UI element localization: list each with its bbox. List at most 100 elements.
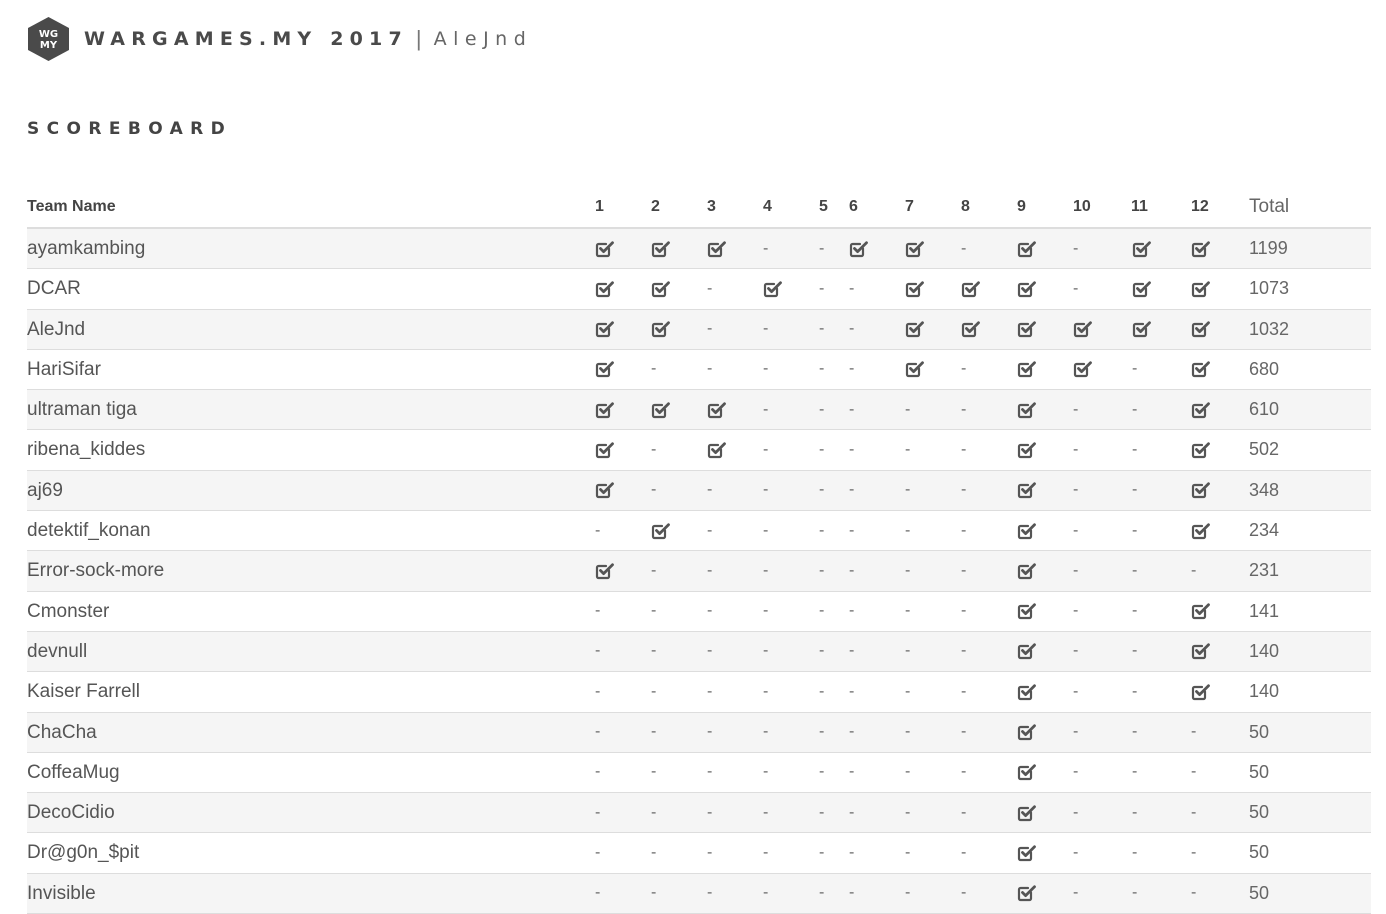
unsolved-mark: -	[763, 682, 769, 700]
table-row: CoffeaMug - - - - - - - - - - - 50	[27, 753, 1371, 794]
team-name: Kaiser Farrell	[27, 681, 140, 703]
table-row: DCAR - - - - 1073	[27, 269, 1371, 310]
check-square-icon	[595, 269, 615, 308]
check-square-icon	[1017, 713, 1037, 752]
check-square-icon	[595, 471, 615, 510]
unsolved-mark: -	[905, 481, 911, 499]
unsolved-mark: -	[961, 239, 967, 257]
team-total: 1073	[1249, 278, 1290, 299]
unsolved-mark: -	[905, 682, 911, 700]
team-total: 1032	[1249, 318, 1290, 339]
check-square-icon	[595, 310, 615, 349]
team-total: 50	[1249, 721, 1270, 742]
challenge-header-3: 3	[707, 198, 716, 215]
unsolved-mark: -	[905, 521, 911, 539]
check-square-icon	[1017, 430, 1037, 469]
unsolved-mark: -	[763, 400, 769, 418]
site-brand[interactable]: WARGAMES.MY 2017	[84, 28, 408, 50]
team-name: ribena_kiddes	[27, 439, 146, 461]
team-total: 502	[1249, 439, 1280, 460]
unsolved-mark: -	[1132, 481, 1138, 499]
unsolved-mark: -	[1132, 682, 1138, 700]
team-name: DecoCidio	[27, 802, 115, 824]
challenge-header-11: 11	[1131, 198, 1148, 215]
table-row: ultraman tiga - - - - - - - 610	[27, 390, 1371, 431]
challenge-header-2: 2	[651, 198, 660, 215]
team-name: AleJnd	[27, 318, 86, 340]
check-square-icon	[1017, 310, 1037, 349]
challenge-header-6: 6	[849, 198, 858, 215]
unsolved-mark: -	[819, 682, 825, 700]
unsolved-mark: -	[1073, 884, 1079, 902]
check-square-icon	[1132, 310, 1152, 349]
unsolved-mark: -	[1073, 279, 1079, 297]
unsolved-mark: -	[905, 400, 911, 418]
check-square-icon	[905, 350, 925, 389]
team-name-header: Team Name	[27, 198, 116, 215]
check-square-icon	[1191, 350, 1211, 389]
check-square-icon	[905, 269, 925, 308]
scoreboard-page: WG MY WARGAMES.MY 2017 | AleJnd SCOREBOA…	[0, 0, 1386, 914]
challenge-header-5: 5	[819, 198, 828, 215]
unsolved-mark: -	[763, 561, 769, 579]
unsolved-mark: -	[1132, 360, 1138, 378]
unsolved-mark: -	[763, 843, 769, 861]
team-total: 140	[1249, 640, 1280, 661]
unsolved-mark: -	[763, 521, 769, 539]
check-square-icon	[961, 310, 981, 349]
check-square-icon	[1017, 229, 1037, 268]
unsolved-mark: -	[849, 481, 855, 499]
check-square-icon	[595, 551, 615, 590]
current-user[interactable]: AleJnd	[434, 28, 533, 50]
challenge-header-4: 4	[763, 198, 772, 215]
unsolved-mark: -	[819, 279, 825, 297]
unsolved-mark: -	[819, 843, 825, 861]
unsolved-mark: -	[651, 481, 657, 499]
check-square-icon	[763, 269, 783, 308]
unsolved-mark: -	[905, 602, 911, 620]
check-square-icon	[1191, 471, 1211, 510]
unsolved-mark: -	[763, 763, 769, 781]
team-total: 234	[1249, 520, 1280, 541]
check-square-icon	[651, 269, 671, 308]
unsolved-mark: -	[849, 400, 855, 418]
team-total: 50	[1249, 882, 1270, 903]
team-name: ChaCha	[27, 721, 97, 743]
wgmy-logo[interactable]: WG MY	[27, 17, 70, 61]
scoreboard-table: Team Name 1 2 3 4 5 6 7 8 9 10 11 12 Total ayamkambi…	[27, 188, 1371, 914]
table-row: aj69 - - - - - - - - - 348	[27, 470, 1371, 512]
team-name: ayamkambing	[27, 238, 146, 259]
unsolved-mark: -	[763, 320, 769, 338]
unsolved-mark: -	[961, 440, 967, 458]
table-row: ChaCha - - - - - - - - - - - 50	[27, 712, 1371, 753]
unsolved-mark: -	[707, 723, 713, 741]
check-square-icon	[905, 310, 925, 349]
logo-text-top: WG	[39, 29, 58, 40]
unsolved-mark: -	[1073, 440, 1079, 458]
check-square-icon	[1191, 390, 1211, 429]
check-square-icon	[1073, 350, 1093, 389]
table-body: ayamkambing - - - - 1199 DCAR - - - - 1073 AleJnd - - -…	[27, 229, 1371, 914]
team-name: devnull	[27, 640, 88, 662]
unsolved-mark: -	[707, 602, 713, 620]
check-square-icon	[651, 511, 671, 550]
team-name: HariSifar	[27, 358, 101, 380]
table-row: detektif_konan - - - - - - - - - 234	[27, 511, 1371, 552]
unsolved-mark: -	[819, 521, 825, 539]
unsolved-mark: -	[651, 682, 657, 700]
unsolved-mark: -	[849, 279, 855, 297]
team-name: Dr@g0n_$pit	[27, 842, 140, 864]
unsolved-mark: -	[1132, 440, 1138, 458]
team-total: 50	[1249, 761, 1270, 782]
check-square-icon	[1191, 229, 1211, 268]
unsolved-mark: -	[707, 642, 713, 660]
unsolved-mark: -	[595, 723, 601, 741]
unsolved-mark: -	[595, 843, 601, 861]
unsolved-mark: -	[961, 682, 967, 700]
unsolved-mark: -	[849, 320, 855, 338]
team-name: Invisible	[27, 882, 96, 904]
unsolved-mark: -	[819, 884, 825, 902]
unsolved-mark: -	[849, 682, 855, 700]
unsolved-mark: -	[905, 723, 911, 741]
unsolved-mark: -	[1073, 803, 1079, 821]
